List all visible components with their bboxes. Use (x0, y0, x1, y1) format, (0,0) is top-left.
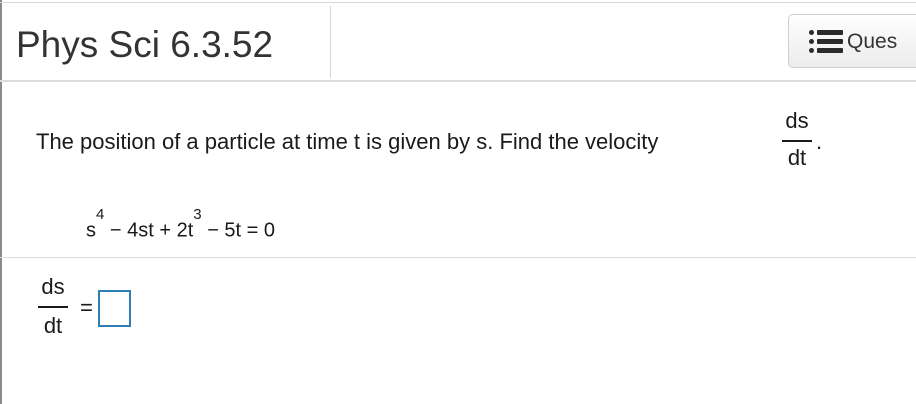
position-equation: s4 − 4st + 2t3 − 5t = 0 (86, 205, 275, 245)
answer-numerator: ds (41, 274, 65, 299)
fraction-numerator: ds (785, 108, 809, 133)
title-panel: Phys Sci 6.3.52 (2, 6, 331, 78)
page-title: Phys Sci 6.3.52 (16, 24, 274, 65)
answer-denominator: dt (43, 313, 63, 338)
answer-equals: = (80, 295, 93, 320)
equation-exponent-4: 4 (96, 206, 105, 223)
answer-divider (0, 257, 916, 258)
answer-lhs-fraction: ds dt (36, 275, 70, 341)
question-button-label: Ques (847, 30, 898, 53)
prompt-period: . (816, 129, 823, 154)
header-divider (0, 80, 916, 82)
equation-exponent-3: 3 (193, 206, 202, 223)
question-list-button[interactable]: Ques (788, 14, 916, 68)
fraction-bar (782, 140, 812, 142)
top-border (0, 2, 916, 3)
answer-input-box[interactable] (98, 290, 131, 327)
velocity-fraction: ds dt (780, 109, 814, 171)
problem-prompt: The position of a particle at time t is … (36, 129, 659, 154)
fraction-denominator: dt (787, 145, 807, 170)
equation-tail: − 5t = 0 (201, 219, 276, 242)
equation-middle: − 4st + 2t (104, 219, 194, 242)
list-icon (809, 30, 843, 54)
equation-term-base: s (86, 219, 96, 242)
answer-fraction-bar (38, 306, 68, 308)
